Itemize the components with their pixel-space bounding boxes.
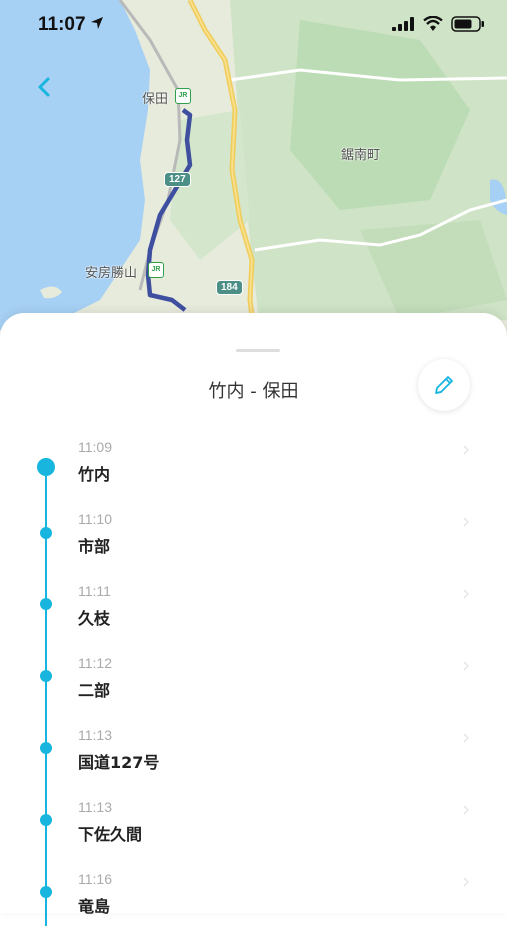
stop-time: 11:09 bbox=[78, 439, 112, 455]
route-detail-sheet: 竹内 - 保田 11:09 竹内 11:10 市部 11:11 久枝 11:12… bbox=[0, 313, 507, 926]
chevron-right-icon bbox=[463, 589, 470, 599]
stop-name: 竹内 bbox=[78, 465, 111, 484]
stop-row[interactable]: 11:10 市部 bbox=[0, 505, 507, 577]
map-label-awakatsuyama: 安房勝山 bbox=[85, 266, 138, 281]
stop-dot bbox=[40, 886, 52, 898]
jr-station-icon: JR bbox=[175, 88, 191, 104]
stop-dot bbox=[40, 670, 52, 682]
map-background bbox=[0, 0, 507, 340]
stop-dot bbox=[40, 814, 52, 826]
sheet-drag-handle[interactable] bbox=[236, 349, 280, 352]
location-arrow-icon bbox=[91, 17, 103, 29]
pencil-icon bbox=[435, 376, 453, 394]
route-127-shield: 127 bbox=[164, 172, 191, 187]
stop-name: 久枝 bbox=[78, 609, 111, 628]
chevron-right-icon bbox=[463, 733, 470, 743]
route-map[interactable]: 11:07 保田 JR 鋸南町 安房勝山 JR 127 184 bbox=[0, 0, 507, 340]
stop-row[interactable]: 11:12 二部 bbox=[0, 649, 507, 721]
cellular-signal-icon bbox=[392, 17, 414, 31]
battery-icon bbox=[451, 16, 484, 32]
stop-time: 11:13 bbox=[78, 727, 112, 743]
stop-name: 国道127号 bbox=[78, 753, 160, 772]
stop-row[interactable]: 11:13 国道127号 bbox=[0, 721, 507, 793]
chevron-right-icon bbox=[463, 805, 470, 815]
stop-time: 11:12 bbox=[78, 655, 112, 671]
stop-dot bbox=[40, 527, 52, 539]
edit-route-button[interactable] bbox=[418, 359, 470, 411]
route-184-shield: 184 bbox=[216, 280, 243, 295]
stop-time: 11:16 bbox=[78, 871, 112, 887]
jr-station-icon: JR bbox=[148, 262, 164, 278]
status-bar: 11:07 bbox=[0, 0, 507, 50]
chevron-right-icon bbox=[463, 517, 470, 527]
stop-time: 11:10 bbox=[78, 511, 112, 527]
stop-time: 11:11 bbox=[78, 583, 111, 599]
back-chevron-icon[interactable] bbox=[33, 74, 57, 100]
map-label-kyonan: 鋸南町 bbox=[341, 148, 381, 163]
chevron-right-icon bbox=[463, 661, 470, 671]
stop-name: 下佐久間 bbox=[78, 825, 143, 844]
chevron-right-icon bbox=[463, 877, 470, 887]
map-label-hota: 保田 bbox=[142, 92, 169, 107]
status-time: 11:07 bbox=[38, 14, 86, 35]
stop-time: 11:13 bbox=[78, 799, 112, 815]
stop-row[interactable]: 11:16 竜島 bbox=[0, 865, 507, 937]
wifi-icon bbox=[423, 16, 443, 31]
stop-dot bbox=[40, 742, 52, 754]
stop-row[interactable]: 11:13 下佐久間 bbox=[0, 793, 507, 865]
stop-row[interactable]: 11:11 久枝 bbox=[0, 577, 507, 649]
stop-name: 市部 bbox=[78, 537, 111, 556]
stop-name: 二部 bbox=[78, 681, 111, 700]
stop-name: 竜島 bbox=[78, 897, 111, 916]
current-stop-dot bbox=[37, 458, 55, 476]
chevron-right-icon bbox=[463, 445, 470, 455]
stop-row[interactable]: 11:09 竹内 bbox=[0, 433, 507, 505]
stop-dot bbox=[40, 598, 52, 610]
